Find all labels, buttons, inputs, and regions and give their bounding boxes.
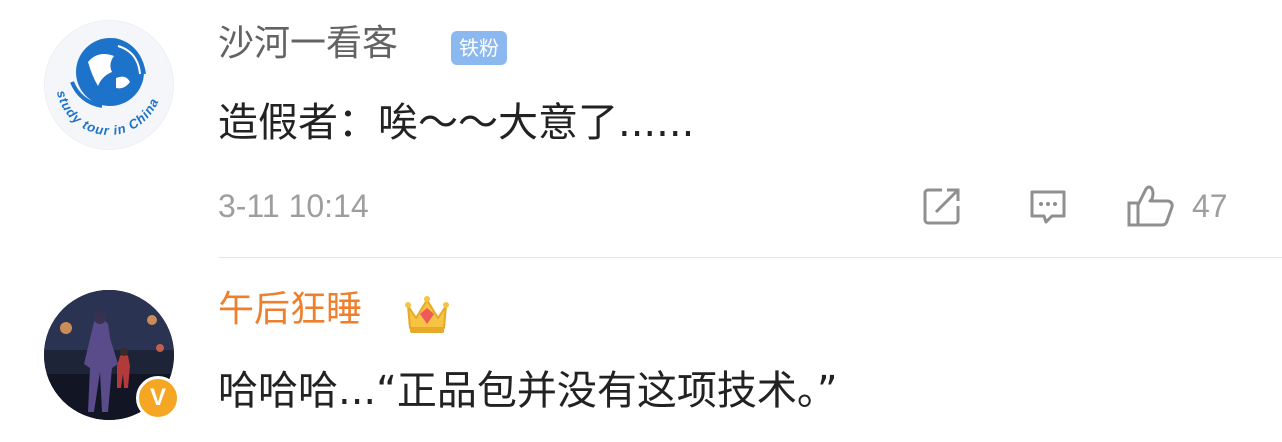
- share-button[interactable]: [920, 184, 964, 228]
- like-button[interactable]: 47: [1126, 184, 1228, 228]
- comment-item: study tour in China 沙河一看客 铁粉 造假者：唉～～大意了.…: [0, 0, 1282, 258]
- comment-text: 哈哈哈...“正品包并没有这项技术。”: [218, 368, 838, 414]
- crown-icon: [405, 296, 449, 333]
- globe-logo-icon: study tour in China: [54, 38, 161, 138]
- fan-badge: 铁粉: [451, 31, 507, 65]
- timestamp: 3-11 10:14: [218, 188, 369, 224]
- comment-item: V 午后狂睡 哈哈哈...“正品包并没有这项技术。”: [0, 258, 1282, 442]
- thumbs-up-icon: [1127, 185, 1174, 227]
- comment-button[interactable]: [1026, 184, 1070, 228]
- like-count: 47: [1192, 187, 1228, 224]
- share-icon: [923, 188, 960, 225]
- comment-icon: [1030, 190, 1066, 224]
- comment-text: 造假者：唉～～大意了......: [218, 100, 695, 146]
- verified-icon: V: [136, 376, 180, 420]
- avatar[interactable]: study tour in China: [44, 20, 174, 150]
- username[interactable]: 午后狂睡: [218, 288, 362, 332]
- username[interactable]: 沙河一看客: [218, 22, 398, 66]
- verified-mark: V: [149, 384, 166, 411]
